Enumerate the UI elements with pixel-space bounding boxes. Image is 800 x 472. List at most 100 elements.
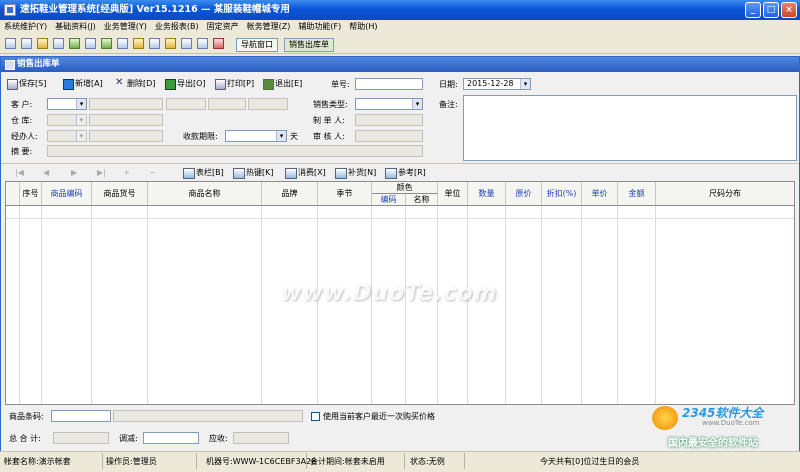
adjust-input[interactable] — [143, 432, 199, 444]
menu-accounts[interactable]: 帐务管理(Z) — [243, 20, 295, 34]
status-bar: 帐套名称:演示帐套 操作员:管理员 机器号:WWW-1C6CEBF3A28 会计… — [0, 451, 800, 472]
sale-type-select[interactable] — [355, 98, 423, 110]
consume-button[interactable]: 消费[X] — [285, 167, 326, 179]
save-button[interactable]: 保存[S] — [7, 77, 46, 91]
insert-row-button[interactable]: + — [123, 168, 130, 177]
menu-tools[interactable]: 辅助功能(F) — [294, 20, 345, 34]
grid-col-line — [505, 206, 506, 404]
maker-label: 制 单 人: — [313, 116, 345, 125]
col-header-name[interactable]: 商品名称 — [148, 182, 262, 206]
grid-icon[interactable] — [21, 38, 32, 49]
menu-system[interactable]: 系统维护(Y) — [0, 20, 51, 34]
replenish-button[interactable]: 补货[N] — [335, 167, 376, 179]
help-icon[interactable] — [197, 38, 208, 49]
col-header-orig-price[interactable]: 原价 — [506, 182, 542, 206]
maker-field — [355, 114, 423, 126]
customer-extra-field-2 — [208, 98, 246, 110]
app-title: 速拓鞋业管理系统[经典版] Ver15.1216 — 某服装鞋帽城专用 — [20, 4, 290, 15]
reference-button[interactable]: 参考[R] — [385, 167, 426, 179]
grid-col-line — [147, 206, 148, 404]
print-button[interactable]: 打印[P] — [215, 77, 254, 91]
watermark: www.DuoTe.com — [281, 281, 498, 306]
barcode-label: 商品条码: — [9, 412, 44, 421]
doc-no-input[interactable] — [355, 78, 423, 90]
minimize-button[interactable]: _ — [745, 2, 761, 18]
auditor-label: 审 核 人: — [313, 132, 345, 141]
barcode-desc-field — [113, 410, 303, 422]
payment-days-unit: 天 — [290, 132, 298, 141]
sale-type-label: 销售类型: — [313, 100, 348, 109]
total-field — [53, 432, 109, 444]
col-header-seq[interactable]: 序号 — [20, 182, 42, 206]
customer-name-field — [89, 98, 163, 110]
barcode-input[interactable] — [51, 410, 111, 422]
export-button[interactable]: 导出[O] — [165, 77, 206, 91]
customer-label: 客 户: — [11, 100, 33, 109]
table-row[interactable] — [6, 218, 794, 219]
memo-input[interactable] — [47, 145, 423, 157]
warehouse-select[interactable] — [47, 114, 87, 126]
printer-icon[interactable] — [149, 38, 160, 49]
customer-extra-field-3 — [248, 98, 288, 110]
menu-assets[interactable]: 固定资产 — [203, 20, 243, 34]
col-header-color-code[interactable]: 编码 — [372, 194, 406, 206]
nav-window-button[interactable]: 导航窗口 — [236, 38, 278, 52]
col-header-qty[interactable]: 数量 — [468, 182, 506, 206]
menu-bar: 系统维护(Y) 基础资料(J) 业务管理(Y) 业务报表(B) 固定资产 帐务管… — [0, 20, 800, 34]
remark-textarea[interactable] — [463, 95, 797, 161]
menu-help[interactable]: 帮助(H) — [345, 20, 381, 34]
exit-button[interactable]: 退出[E] — [263, 77, 302, 91]
col-header-color-name[interactable]: 名称 — [406, 194, 438, 206]
hotkeys-button[interactable]: 热键[K] — [233, 167, 274, 179]
col-header-unit-price[interactable]: 单价 — [582, 182, 618, 206]
grid-col-line — [617, 206, 618, 404]
col-header-brand[interactable]: 品牌 — [262, 182, 318, 206]
col-header-discount[interactable]: 折扣(%) — [542, 182, 582, 206]
col-header-size-dist[interactable]: 尺码分布 — [656, 182, 794, 206]
cash-icon[interactable] — [133, 38, 144, 49]
close-button[interactable]: × — [781, 2, 797, 18]
warehouse-name-field — [89, 114, 163, 126]
first-record-button[interactable]: |◀ — [15, 168, 24, 177]
grid-col-line — [261, 206, 262, 404]
col-header-item-no[interactable]: 商品货号 — [92, 182, 148, 206]
columns-button[interactable]: 表栏[B] — [183, 167, 224, 179]
next-record-button[interactable]: ▶ — [71, 168, 77, 177]
col-header-color[interactable]: 颜色 — [372, 182, 438, 194]
status-separator — [102, 453, 103, 469]
col-header-amount[interactable]: 金额 — [618, 182, 656, 206]
prev-record-button[interactable]: ◀ — [43, 168, 49, 177]
file-icon[interactable] — [5, 38, 16, 49]
status-separator — [464, 453, 465, 469]
date-picker[interactable]: 2015-12-28 — [463, 78, 531, 90]
customer-extra-field-1 — [166, 98, 206, 110]
customer-select[interactable] — [47, 98, 87, 110]
add-button[interactable]: 新增[A] — [63, 77, 103, 91]
transfer-icon[interactable] — [117, 38, 128, 49]
delete-button[interactable]: 删除[D] — [115, 77, 155, 91]
chart-icon[interactable] — [69, 38, 80, 49]
use-last-price-checkbox[interactable] — [311, 412, 320, 421]
col-header-unit[interactable]: 单位 — [438, 182, 468, 206]
menu-reports[interactable]: 业务报表(B) — [151, 20, 203, 34]
sales-outbound-tab[interactable]: 销售出库单 — [284, 38, 334, 52]
menu-basic-data[interactable]: 基础资料(J) — [51, 20, 100, 34]
users-icon[interactable] — [85, 38, 96, 49]
col-header-code[interactable]: 商品编码 — [42, 182, 92, 206]
folder-icon[interactable] — [165, 38, 176, 49]
remark-label: 备注: — [439, 100, 458, 109]
col-header-season[interactable]: 季节 — [318, 182, 372, 206]
card-icon[interactable] — [53, 38, 64, 49]
menu-business[interactable]: 业务管理(Y) — [100, 20, 151, 34]
layers-icon[interactable] — [37, 38, 48, 49]
recycle-icon[interactable] — [101, 38, 112, 49]
doc-title: 销售出库单 — [17, 59, 60, 69]
handler-select[interactable] — [47, 130, 87, 142]
exit-icon[interactable] — [213, 38, 224, 49]
duote-logo: 2345软件大全 www.DuoTe.com 国内最安全的软件站 — [652, 404, 800, 450]
payment-days-input[interactable] — [225, 130, 287, 142]
delete-row-button[interactable]: − — [149, 168, 156, 177]
maximize-button[interactable]: □ — [763, 2, 779, 18]
last-record-button[interactable]: ▶| — [97, 168, 106, 177]
mail-icon[interactable] — [181, 38, 192, 49]
